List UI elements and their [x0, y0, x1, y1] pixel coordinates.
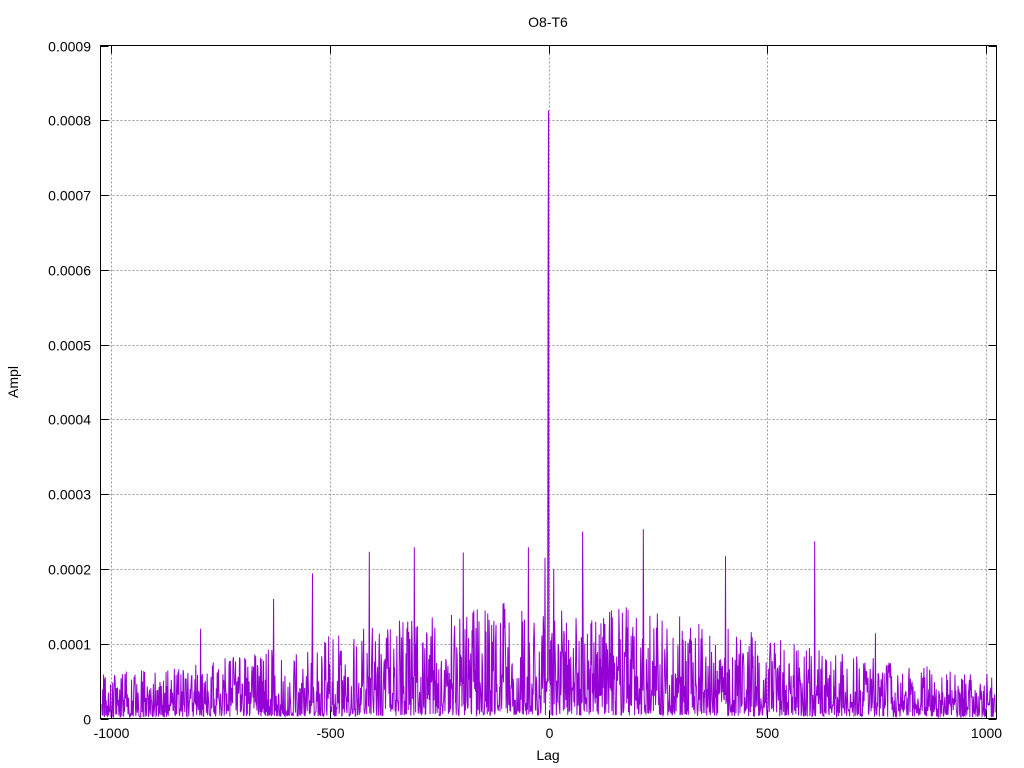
x-tick-label: 1000 — [971, 725, 1002, 741]
y-tick-label: 0.0002 — [48, 562, 91, 578]
y-tick-label: 0.0003 — [48, 487, 91, 503]
x-tick-label: -500 — [316, 725, 344, 741]
y-tick-label: 0.0005 — [48, 338, 91, 354]
x-tick-label: 500 — [756, 725, 780, 741]
x-axis-label: Lag — [536, 747, 559, 763]
chart-title: O8-T6 — [528, 14, 568, 30]
y-tick-label: 0.0007 — [48, 188, 91, 204]
y-tick-label: 0.0008 — [48, 113, 91, 129]
x-tick-label: -1000 — [94, 725, 130, 741]
chart: 0 0.0001 0.0002 0.0003 0.0004 0.0005 0.0006 0.0… — [5, 14, 1002, 763]
series-line — [101, 110, 996, 719]
y-tick-label: 0 — [83, 712, 91, 728]
y-tick-label: 0.0009 — [48, 39, 91, 55]
y-tick-label: 0.0006 — [48, 263, 91, 279]
y-tick-label: 0.0004 — [48, 412, 91, 428]
y-tick-label: 0.0001 — [48, 637, 91, 653]
ticks: 0 0.0001 0.0002 0.0003 0.0004 0.0005 0.0006 0.0… — [48, 39, 1002, 742]
x-tick-label: 0 — [546, 725, 554, 741]
y-axis-label: Ampl — [5, 366, 21, 398]
